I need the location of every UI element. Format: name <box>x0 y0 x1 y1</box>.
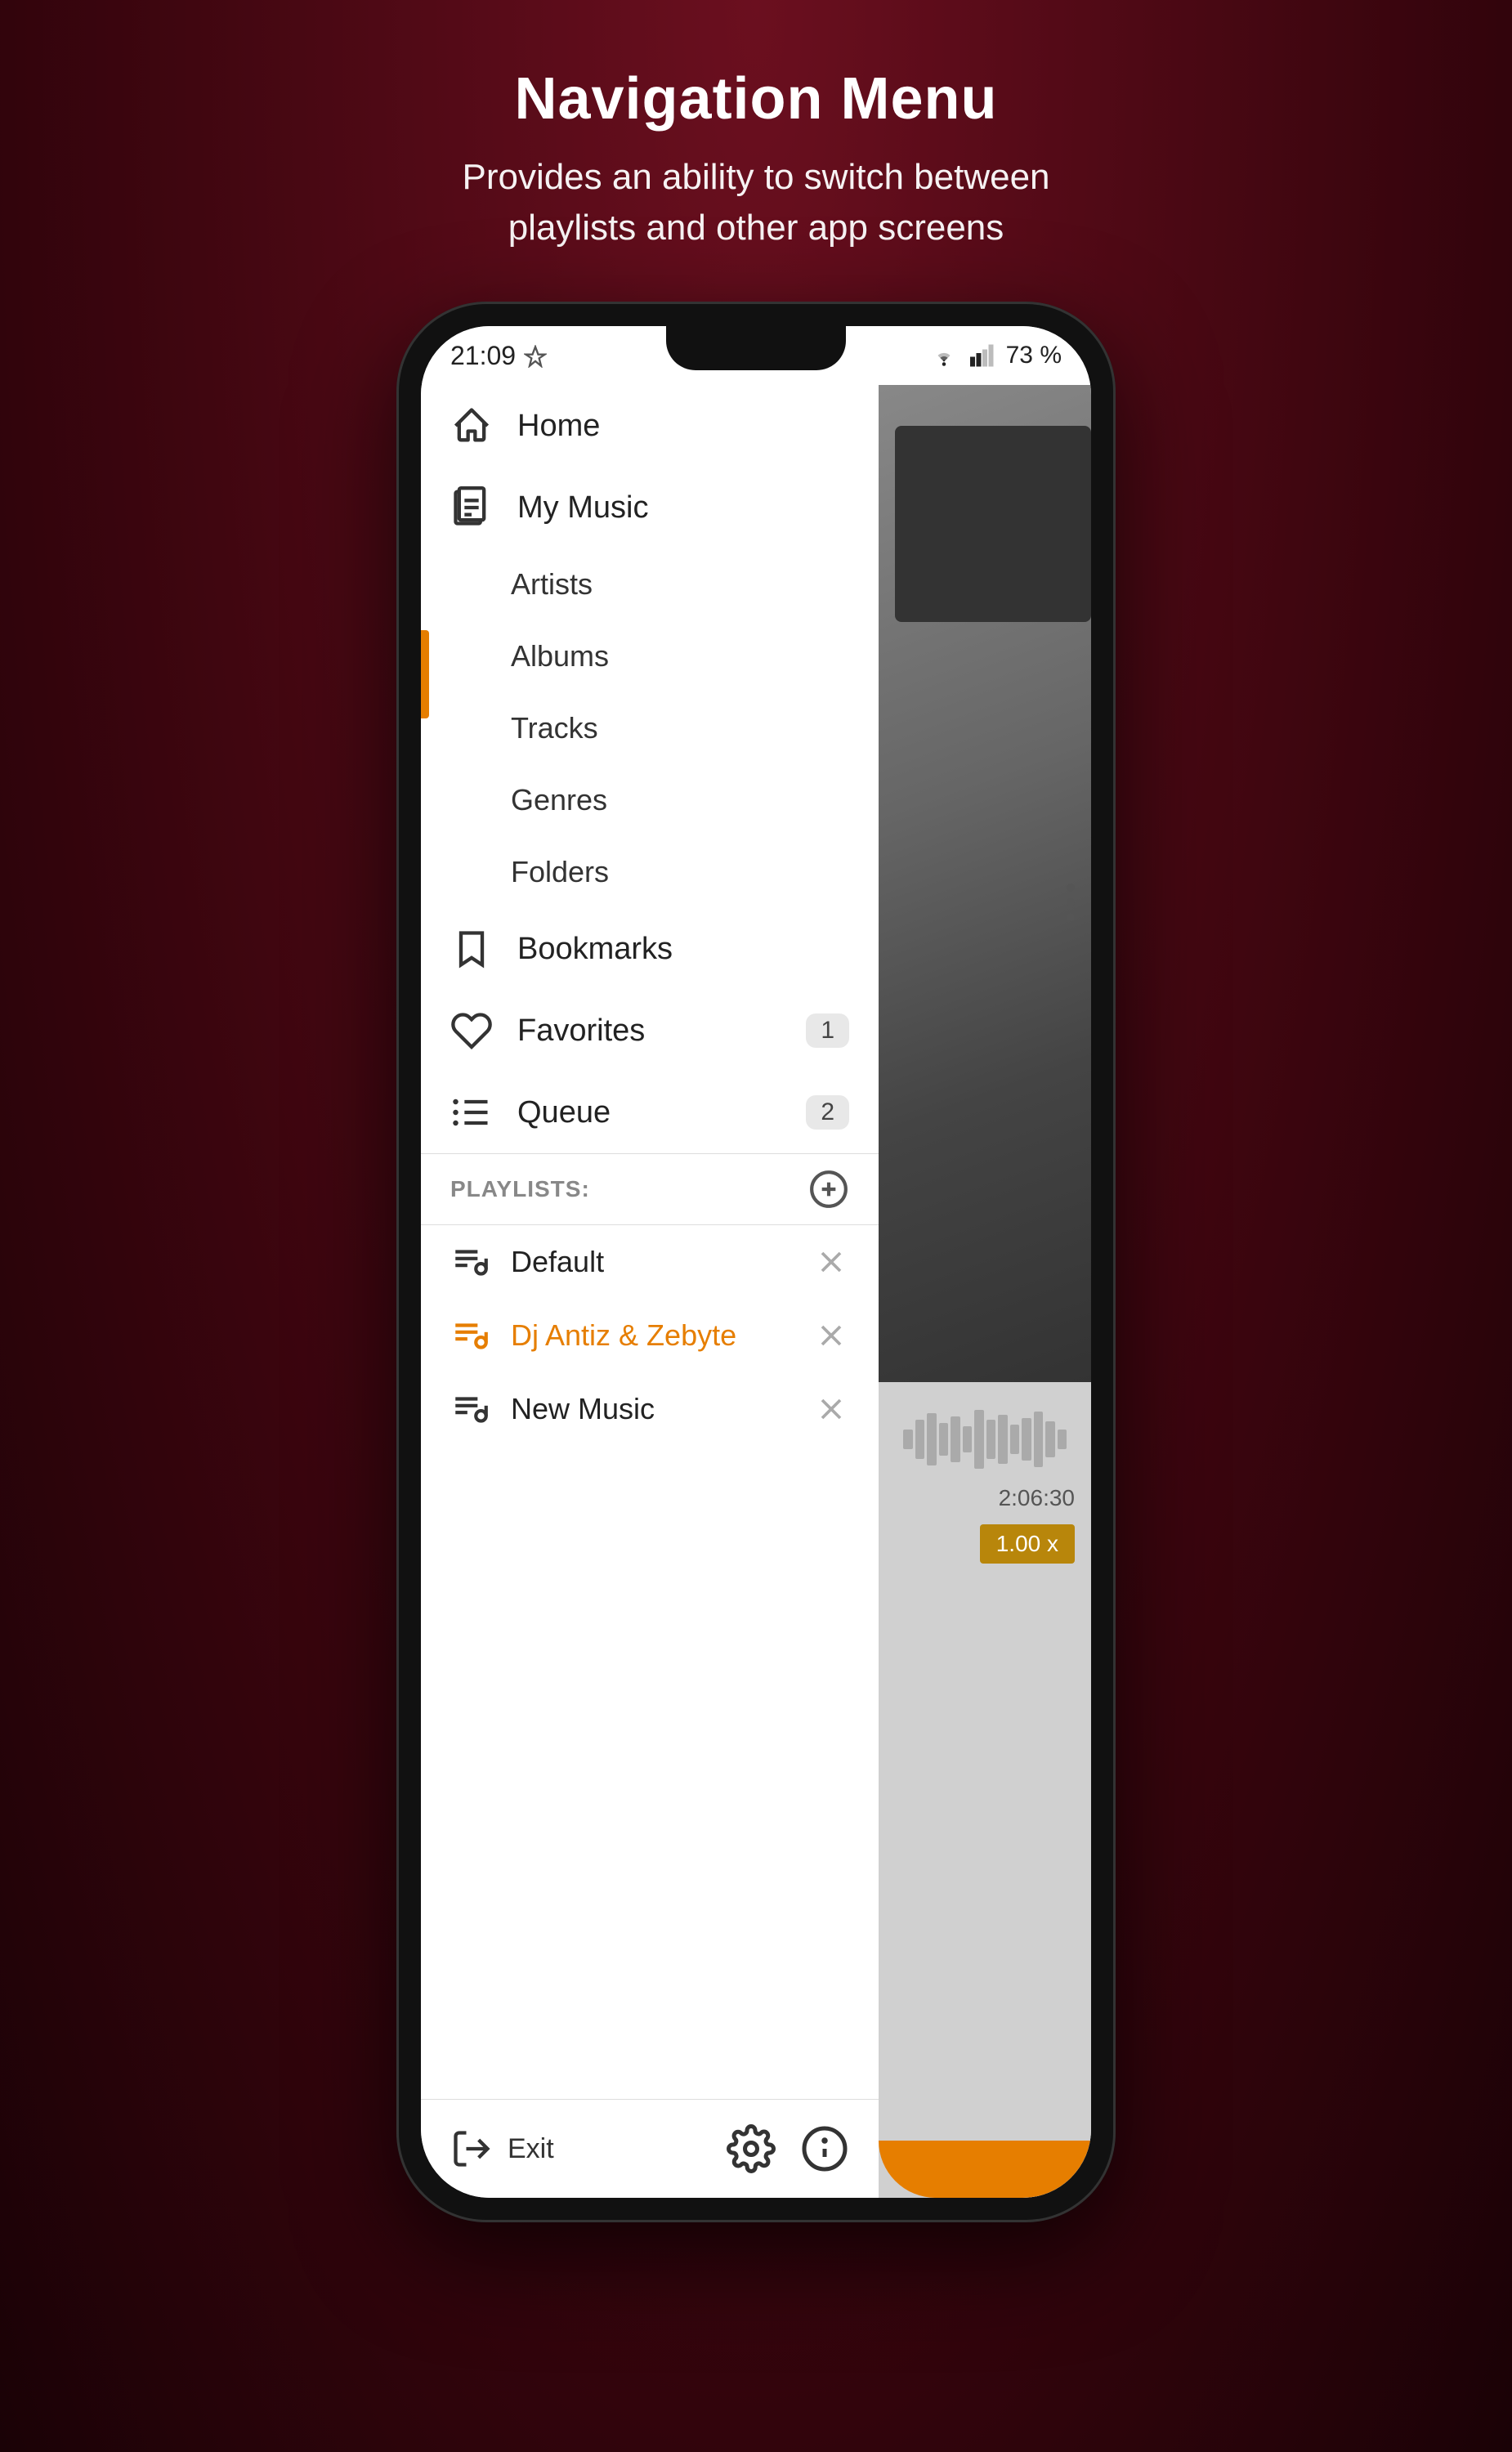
playlist-icon <box>450 1242 491 1282</box>
sub-item-folders[interactable]: Folders <box>421 836 879 908</box>
wifi-icon <box>929 344 959 367</box>
exit-icon <box>450 2128 493 2170</box>
album-art <box>895 426 1091 622</box>
queue-icon <box>450 1091 493 1134</box>
favorites-badge: 1 <box>806 1013 849 1048</box>
sub-item-albums[interactable]: Albums <box>421 620 879 692</box>
remove-new-music-button[interactable] <box>813 1391 849 1427</box>
sub-item-tracks[interactable]: Tracks <box>421 692 879 764</box>
waveform <box>895 1407 1075 1472</box>
remove-playlist-button[interactable] <box>813 1244 849 1280</box>
playlist-dj-antiz-name: Dj Antiz & Zebyte <box>511 1318 813 1353</box>
albums-label: Albums <box>511 639 609 673</box>
exit-button[interactable]: Exit <box>450 2128 554 2170</box>
right-panel: 2:06:30 1.00 x <box>879 385 1091 2198</box>
settings-button[interactable] <box>727 2124 776 2173</box>
playlist-item-dj-antiz[interactable]: Dj Antiz & Zebyte <box>421 1299 879 1372</box>
playlist-item-new-music[interactable]: New Music <box>421 1372 879 1446</box>
nav-item-home[interactable]: Home <box>421 385 879 467</box>
playlist-new-music-name: New Music <box>511 1392 813 1426</box>
artists-label: Artists <box>511 567 593 602</box>
time-display: 2:06:30 <box>999 1485 1075 1511</box>
tracks-label: Tracks <box>511 711 598 745</box>
bottom-bar <box>879 2141 1091 2198</box>
sub-item-artists[interactable]: Artists <box>421 548 879 620</box>
home-icon <box>450 405 493 447</box>
queue-badge: 2 <box>806 1095 849 1130</box>
page-title: Navigation Menu <box>462 65 1049 132</box>
page-subtitle: Provides an ability to switch betweenpla… <box>462 152 1049 253</box>
playlist-new-music-icon <box>450 1389 491 1430</box>
speed-button[interactable]: 1.00 x <box>980 1524 1075 1564</box>
remove-active-playlist-button[interactable] <box>813 1318 849 1354</box>
playlist-default-name: Default <box>511 1245 813 1279</box>
bookmark-icon <box>450 928 493 970</box>
navigation-drawer: Home My Music <box>421 385 879 2198</box>
queue-label: Queue <box>517 1095 611 1130</box>
bookmarks-label: Bookmarks <box>517 932 673 967</box>
playlist-active-icon <box>450 1315 491 1356</box>
status-time: 21:09 <box>450 341 516 371</box>
folders-label: Folders <box>511 855 609 889</box>
phone-notch <box>666 326 846 370</box>
exit-label: Exit <box>508 2133 554 2165</box>
heart-icon <box>450 1009 493 1052</box>
genres-label: Genres <box>511 783 607 817</box>
nav-item-queue[interactable]: Queue 2 <box>421 1072 879 1153</box>
signal-icon <box>970 344 995 367</box>
right-panel-top <box>879 385 1091 1382</box>
nav-item-my-music[interactable]: My Music <box>421 467 879 548</box>
music-library-icon <box>450 486 493 529</box>
playlist-item-default[interactable]: Default <box>421 1225 879 1299</box>
info-button[interactable] <box>800 2124 849 2173</box>
sub-item-genres[interactable]: Genres <box>421 764 879 836</box>
navigation-icon <box>524 344 547 367</box>
nav-item-bookmarks[interactable]: Bookmarks <box>421 908 879 990</box>
playlists-header: PLAYLISTS: <box>421 1153 879 1225</box>
more-options-menu[interactable] <box>1067 884 1075 921</box>
phone-frame: 21:09 <box>396 302 1116 2222</box>
home-label: Home <box>517 409 600 444</box>
active-indicator <box>421 630 429 718</box>
my-music-label: My Music <box>517 490 648 526</box>
phone-screen: 21:09 <box>421 326 1091 2198</box>
nav-item-favorites[interactable]: Favorites 1 <box>421 990 879 1072</box>
right-panel-bottom: 2:06:30 1.00 x <box>879 1382 1091 2198</box>
favorites-label: Favorites <box>517 1013 645 1049</box>
playlists-label: PLAYLISTS: <box>450 1176 808 1202</box>
page-header: Navigation Menu Provides an ability to s… <box>462 65 1049 253</box>
drawer-footer: Exit <box>421 2099 879 2198</box>
battery-status: 73 % <box>1006 342 1062 369</box>
phone-content: Home My Music <box>421 385 1091 2198</box>
add-playlist-button[interactable] <box>808 1169 849 1210</box>
